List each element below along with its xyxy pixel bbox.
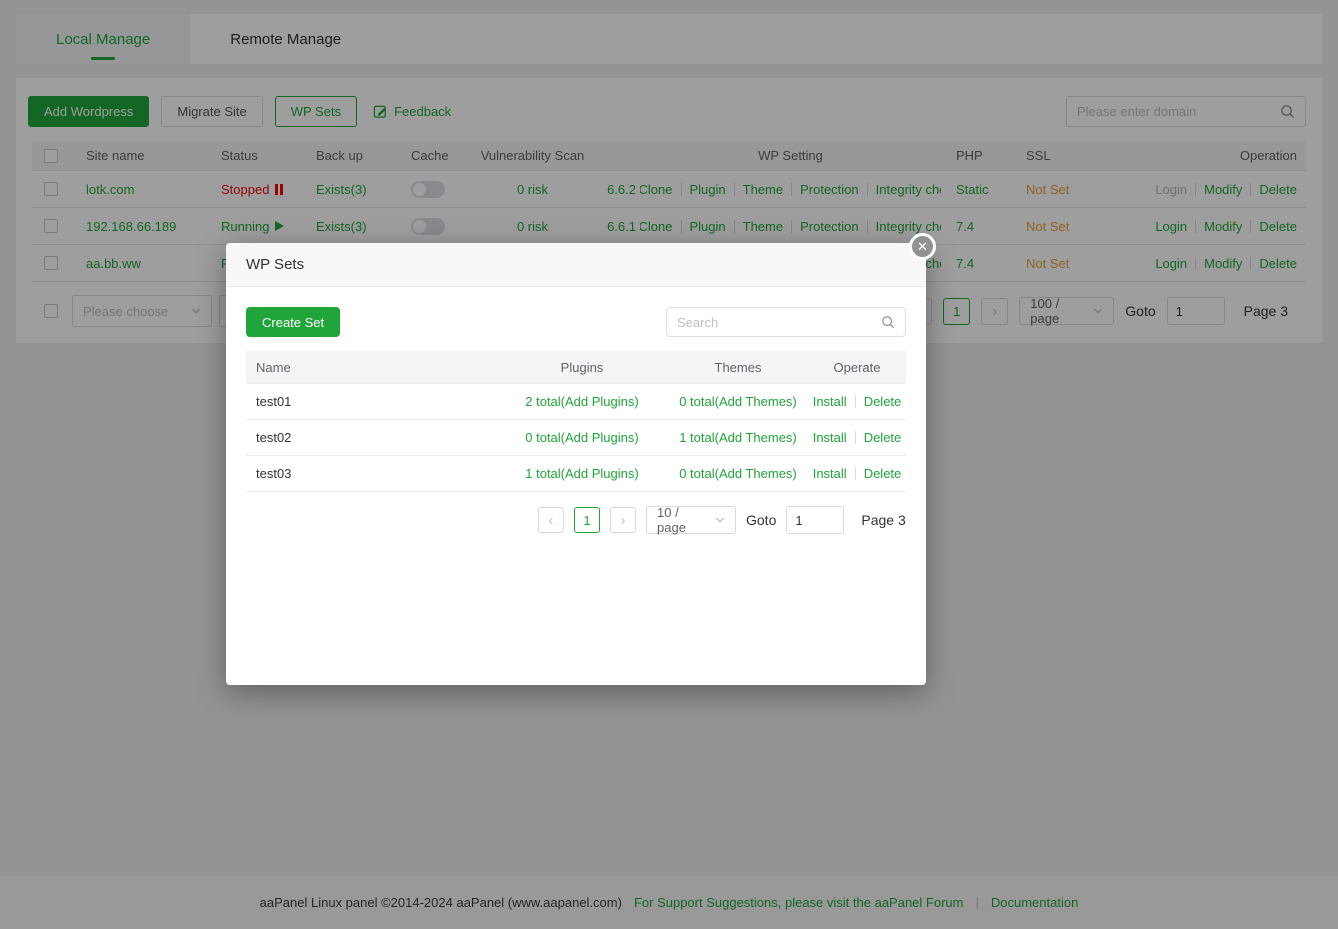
- modal-header: WP Sets: [226, 243, 926, 287]
- wp-sets-table-header: Name Plugins Themes Operate: [246, 351, 906, 384]
- install-link[interactable]: Install: [813, 394, 847, 409]
- set-name: test01: [256, 394, 292, 409]
- divider: [854, 395, 856, 408]
- set-row-test03: test03 1 total(Add Plugins) 0 total(Add …: [246, 456, 906, 492]
- next-page-button[interactable]: ›: [610, 507, 636, 533]
- chevron-down-icon: [715, 517, 725, 523]
- page-info: Page 3: [861, 512, 906, 528]
- modal-pagination: ‹ 1 › 10 / page Goto Page 3: [538, 505, 906, 535]
- themes-link[interactable]: 1 total(Add Themes): [679, 430, 797, 445]
- set-search-box: [666, 307, 906, 337]
- close-icon[interactable]: ✕: [909, 233, 936, 260]
- prev-page-button[interactable]: ‹: [538, 507, 564, 533]
- plugins-link[interactable]: 0 total(Add Plugins): [525, 430, 638, 445]
- plugins-link[interactable]: 2 total(Add Plugins): [525, 394, 638, 409]
- create-set-button[interactable]: Create Set: [246, 307, 341, 337]
- install-link[interactable]: Install: [813, 466, 847, 481]
- themes-link[interactable]: 0 total(Add Themes): [679, 394, 797, 409]
- set-row-test02: test02 0 total(Add Plugins) 1 total(Add …: [246, 420, 906, 456]
- plugins-link[interactable]: 1 total(Add Plugins): [525, 466, 638, 481]
- delete-link[interactable]: Delete: [864, 466, 902, 481]
- wp-sets-modal: ✕ WP Sets Create Set Name Plugins Themes…: [226, 233, 936, 685]
- col-operate: Operate: [833, 359, 881, 375]
- goto-label: Goto: [746, 512, 777, 528]
- set-search-input[interactable]: [677, 314, 881, 330]
- col-name: Name: [256, 359, 291, 375]
- goto-page-input[interactable]: [786, 506, 845, 534]
- col-themes: Themes: [714, 359, 762, 375]
- divider: [854, 467, 856, 480]
- delete-link[interactable]: Delete: [864, 430, 902, 445]
- delete-link[interactable]: Delete: [864, 394, 902, 409]
- themes-link[interactable]: 0 total(Add Themes): [679, 466, 797, 481]
- set-row-test01: test01 2 total(Add Plugins) 0 total(Add …: [246, 384, 906, 420]
- modal-title: WP Sets: [246, 256, 305, 273]
- install-link[interactable]: Install: [813, 430, 847, 445]
- current-page-button[interactable]: 1: [574, 507, 600, 533]
- set-name: test03: [256, 466, 292, 481]
- search-icon[interactable]: [881, 315, 895, 329]
- col-plugins: Plugins: [560, 359, 604, 375]
- divider: [854, 431, 856, 444]
- per-page-value: 10 / page: [657, 505, 686, 535]
- set-name: test02: [256, 430, 292, 445]
- per-page-select[interactable]: 10 / page: [646, 505, 736, 535]
- wp-sets-table: Name Plugins Themes Operate test01 2 tot…: [246, 351, 906, 492]
